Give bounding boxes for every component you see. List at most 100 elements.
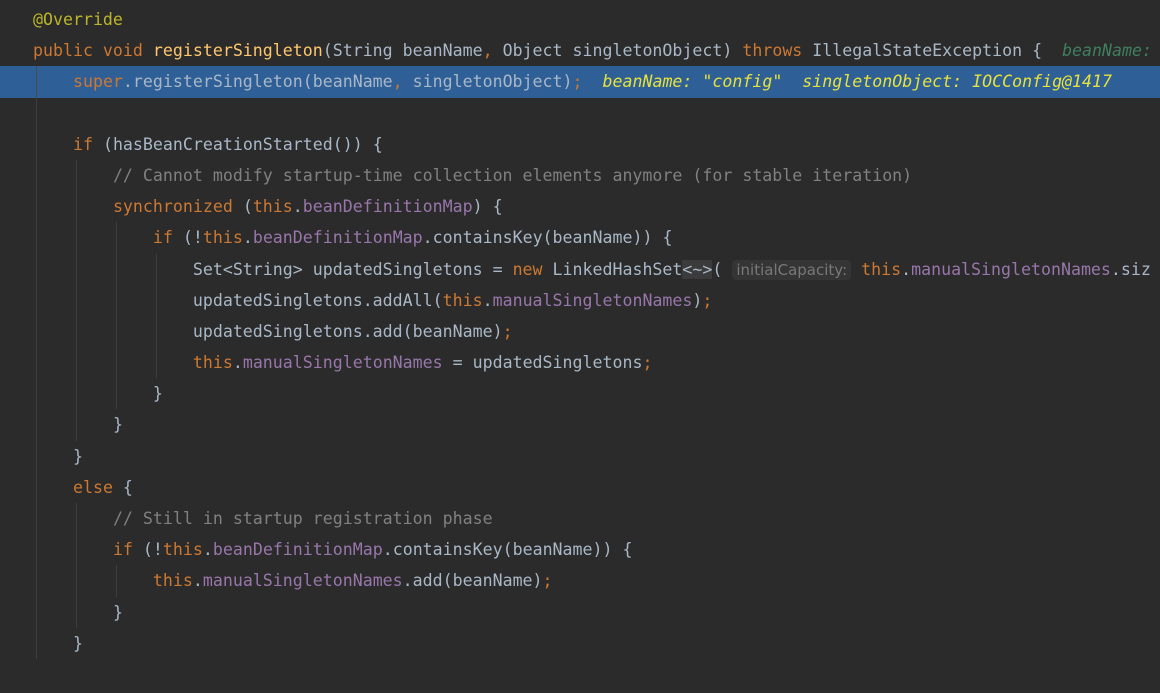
punctuation: ; — [702, 290, 713, 310]
indent-guide — [116, 253, 117, 285]
code-token: } — [72, 446, 83, 466]
indent-guide — [76, 378, 77, 410]
indent-guide — [76, 315, 77, 348]
indent-guide — [36, 596, 37, 628]
indent-guide — [116, 284, 117, 316]
code-editor[interactable]: @Override public void registerSingleton(S… — [0, 4, 1160, 659]
keyword: new — [512, 259, 553, 279]
indent-guide — [76, 534, 77, 566]
debug-inline-value: beanName: — [1062, 41, 1160, 61]
code-token: LinkedHashSet — [552, 259, 683, 279]
indent-guide — [156, 253, 157, 285]
indent-guide — [76, 222, 77, 254]
code-line[interactable]: if (!this.beanDefinitionMap.containsKey(… — [0, 222, 1160, 254]
code-token: . — [482, 290, 493, 310]
code-line[interactable]: } — [0, 409, 1160, 441]
code-token: . — [242, 228, 253, 248]
code-token: . — [232, 353, 243, 373]
keyword: else — [72, 477, 123, 497]
indent-guide — [76, 253, 77, 285]
indent-guide — [36, 253, 37, 285]
indent-guide — [36, 191, 37, 223]
indent-guide — [116, 222, 117, 254]
code-token: .registerSingleton(beanName — [122, 72, 393, 92]
code-token: singletonObject) — [412, 72, 573, 92]
code-token: . — [901, 259, 912, 279]
keyword: this — [861, 259, 902, 279]
indent-guide — [76, 409, 77, 441]
code-token: Object singletonObject) — [502, 41, 743, 61]
keyword: this — [192, 353, 233, 373]
code-token: . — [192, 571, 203, 591]
code-token: ( — [712, 259, 733, 279]
indent-guide — [76, 191, 77, 223]
code-token: } — [112, 415, 123, 435]
code-token: } — [112, 602, 123, 622]
code-line[interactable]: } — [0, 627, 1160, 659]
code-line[interactable]: // Cannot modify startup-time collection… — [0, 159, 1160, 192]
code-line[interactable]: this.manualSingletonNames.add(beanName); — [0, 565, 1160, 597]
indent-guide — [156, 315, 157, 348]
indent-guide — [36, 627, 37, 659]
code-line[interactable]: } — [0, 596, 1160, 628]
code-line[interactable]: Set<String> updatedSingletons = new Link… — [0, 253, 1160, 285]
code-line[interactable]: @Override — [0, 4, 1160, 35]
keyword: this — [162, 540, 203, 560]
code-line-current[interactable]: super.registerSingleton(beanName, single… — [0, 66, 1160, 98]
keyword: this — [442, 290, 483, 310]
field-name: beanDefinitionMap — [252, 228, 423, 248]
code-line[interactable]: this.manualSingletonNames = updatedSingl… — [0, 347, 1160, 379]
code-line[interactable]: synchronized (this.beanDefinitionMap) { — [0, 191, 1160, 223]
punctuation: ; — [502, 321, 513, 341]
indent-guide — [36, 565, 37, 597]
code-token: updatedSingletons.add(beanName) — [192, 321, 503, 341]
field-name: manualSingletonNames — [492, 290, 693, 310]
field-name: manualSingletonNames — [242, 353, 443, 373]
indent-guide — [116, 315, 117, 348]
keyword: super — [72, 72, 123, 92]
code-token: . — [202, 540, 213, 560]
code-line[interactable]: } — [0, 378, 1160, 410]
code-token: .siz — [1110, 259, 1151, 279]
annotation: @Override — [33, 10, 123, 29]
keyword: if — [112, 540, 143, 560]
keyword: public void — [33, 41, 153, 61]
code-token: (String beanName — [322, 41, 483, 61]
code-line[interactable]: // Still in startup registration phase — [0, 503, 1160, 535]
code-token: .containsKey(beanName)) { — [382, 540, 633, 560]
code-line[interactable]: } — [0, 440, 1160, 472]
indent-guide — [36, 66, 37, 98]
code-token: .containsKey(beanName)) { — [422, 228, 673, 248]
indent-guide — [36, 222, 37, 254]
indent-guide — [36, 471, 37, 503]
code-token: ) { — [472, 197, 503, 217]
code-line[interactable]: else { — [0, 471, 1160, 503]
code-line[interactable]: updatedSingletons.add(beanName); — [0, 315, 1160, 348]
indent-guide — [36, 284, 37, 316]
indent-guide — [116, 347, 117, 379]
indent-guide — [36, 128, 37, 160]
keyword: synchronized — [112, 197, 243, 217]
code-line[interactable] — [0, 97, 1160, 129]
code-line[interactable]: public void registerSingleton(String bea… — [0, 35, 1160, 66]
keyword: this — [252, 197, 293, 217]
code-token: { — [122, 477, 133, 497]
indent-guide — [36, 503, 37, 535]
keyword: this — [202, 228, 243, 248]
code-token: updatedSingletons.addAll( — [192, 290, 443, 310]
diamond-operator: <~> — [682, 259, 713, 279]
code-line[interactable]: if (!this.beanDefinitionMap.containsKey(… — [0, 534, 1160, 566]
code-line[interactable]: if (hasBeanCreationStarted()) { — [0, 128, 1160, 160]
code-token: .add(beanName) — [402, 571, 543, 591]
indent-guide — [76, 596, 77, 628]
code-line[interactable]: updatedSingletons.addAll(this.manualSing… — [0, 284, 1160, 316]
